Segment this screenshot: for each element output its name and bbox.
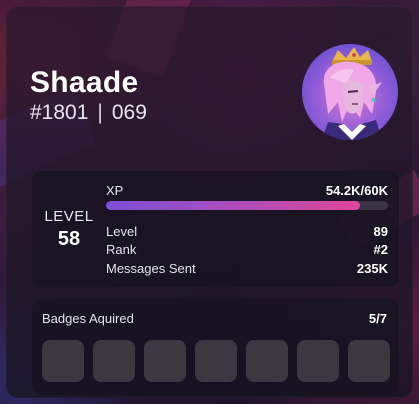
stat-value: 89	[373, 224, 388, 239]
anime-character-avatar-icon	[322, 47, 382, 140]
badge-slot[interactable]	[297, 340, 339, 382]
stat-value: 235K	[356, 261, 388, 276]
tag-separator: |	[97, 101, 103, 124]
xp-row: XP 54.2K/60K	[106, 183, 388, 198]
username: Shaade	[30, 66, 139, 99]
xp-value: 54.2K/60K	[325, 183, 388, 198]
badge-slot[interactable]	[195, 340, 237, 382]
badge-slot[interactable]	[348, 340, 390, 382]
stat-label: Rank	[106, 242, 137, 257]
user-id-number: 069	[111, 101, 147, 124]
level-label: LEVEL	[44, 208, 94, 225]
stat-label: Level	[106, 224, 138, 239]
badge-slot[interactable]	[144, 340, 186, 382]
stat-row-level: Level 89	[106, 224, 388, 239]
badges-title: Badges Aquired	[42, 311, 134, 326]
level-value: 58	[57, 228, 81, 250]
stat-label: Messages Sent	[106, 261, 196, 276]
user-tag: #1801 | 069	[30, 101, 147, 125]
xp-progress-bar	[106, 201, 388, 210]
xp-label: XP	[106, 183, 124, 198]
avatar[interactable]	[302, 44, 398, 140]
badges-count: 5/7	[368, 311, 387, 326]
badge-slot[interactable]	[93, 340, 135, 382]
stat-row-rank: Rank #2	[106, 242, 388, 257]
xp-progress-fill	[106, 201, 360, 210]
stats-panel: LEVEL 58 XP 54.2K/60K Level 89 Rank #2 M…	[32, 171, 399, 287]
discriminator: #1801	[30, 101, 89, 124]
stat-value: #2	[373, 242, 388, 257]
stat-row-messages: Messages Sent 235K	[106, 261, 388, 276]
badge-slot[interactable]	[246, 340, 288, 382]
badge-slots	[42, 340, 390, 382]
profile-card: Shaade #1801 | 069 LEVEL 58 XP 54.2K/60K…	[6, 6, 413, 398]
badges-panel: Badges Aquired 5/7	[32, 299, 399, 395]
badge-slot[interactable]	[42, 340, 84, 382]
